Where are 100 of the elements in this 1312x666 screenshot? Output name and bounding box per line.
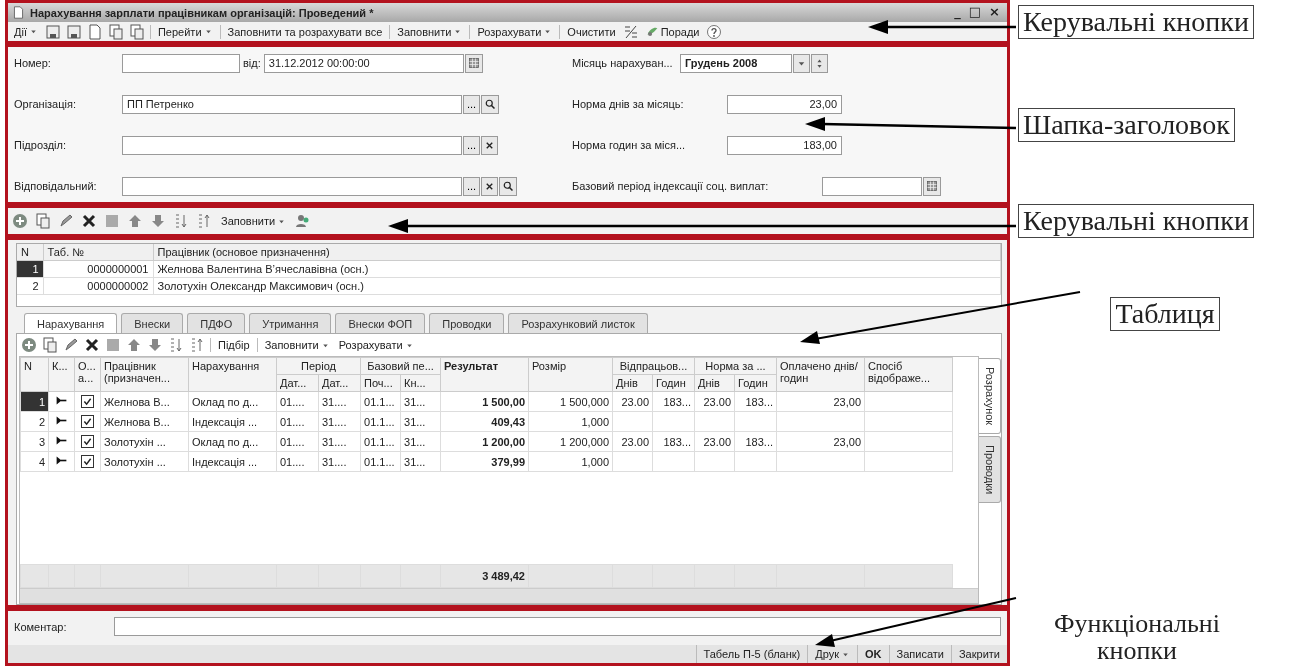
footer-button[interactable]: OK	[857, 645, 889, 663]
tab[interactable]: Нарахування	[24, 313, 118, 333]
toolbar-button[interactable]: Заповнити	[219, 215, 289, 227]
checkbox[interactable]	[81, 395, 94, 409]
toolbar-button[interactable]: Заповнити	[395, 25, 465, 38]
table-cell: 379,99	[440, 451, 529, 472]
table-cell: 23.00	[612, 431, 653, 452]
footer-button[interactable]: Табель П-5 (бланк)	[695, 645, 808, 663]
column-header: О... а...	[74, 357, 101, 392]
table-row[interactable]: 2 0000000002 Золотухін Олександр Максимович (осн.)	[17, 277, 1001, 295]
dropdown-button[interactable]	[793, 53, 810, 73]
tab[interactable]: Проводки	[429, 313, 505, 333]
checkbox[interactable]	[81, 415, 94, 429]
delete-icon[interactable]	[84, 337, 100, 353]
sort-icon[interactable]	[196, 213, 212, 229]
add-icon[interactable]	[12, 213, 28, 229]
window-control[interactable]: _	[951, 5, 964, 20]
search-button[interactable]	[499, 176, 517, 196]
side-tab[interactable]: Розрахунок	[979, 358, 1001, 435]
month-field[interactable]: Грудень 2008	[680, 53, 792, 73]
footer-button[interactable]: Записати	[888, 645, 951, 663]
tab[interactable]: Внески ФОП	[335, 313, 426, 333]
choose-button[interactable]: ...	[463, 176, 480, 196]
toolbar-button[interactable]: Очистити	[565, 25, 618, 38]
table-row[interactable]: 1 Желнова В... Оклад по д... 01.... 31.... 01.1... 31... 1 500,00 1 500,000 23.00 183... 23.00 183... 23,00	[20, 391, 953, 412]
checkbox[interactable]	[81, 455, 94, 469]
table-row[interactable]: 2 Желнова В... Індексація ... 01.... 31.... 01.1... 31... 409,43 1,000	[20, 411, 953, 432]
tab[interactable]: ПДФО	[187, 313, 246, 333]
field-label: Базовий період індексації соц. виплат:	[572, 180, 770, 192]
calendar-icon	[467, 57, 480, 69]
toolbar-button[interactable]: Підбір	[216, 339, 252, 351]
toolbar-button[interactable]: Розрахувати	[336, 339, 416, 351]
footer-button[interactable]: Закрити	[950, 645, 1007, 663]
choose-button[interactable]: ...	[463, 135, 480, 155]
toolbar-button[interactable]: Розрахувати	[475, 25, 555, 38]
table-cell: 23.00	[694, 391, 735, 412]
window-title: Нарахування зарплати працівникам організацій: Проведений *	[30, 6, 375, 19]
table-row[interactable]: 1 0000000001 Желнова Валентина В’ячеславівна (осн.)	[17, 260, 1001, 278]
copy-icon[interactable]	[35, 213, 51, 229]
tab[interactable]: Утримання	[249, 313, 332, 333]
pencil-icon[interactable]	[63, 337, 79, 353]
table-cell: 1 500,000	[528, 391, 613, 412]
add-icon[interactable]	[21, 337, 37, 353]
toolbar-menu[interactable]: Дії	[12, 25, 40, 38]
date-field[interactable]: 31.12.2012 00:00:00	[263, 53, 464, 73]
copy-icon[interactable]	[42, 337, 58, 353]
save-icon[interactable]	[44, 23, 61, 40]
up-arrow-icon[interactable]	[126, 337, 142, 353]
period-field[interactable]	[822, 176, 922, 196]
search-button[interactable]	[481, 94, 499, 114]
square-icon[interactable]	[105, 337, 121, 353]
scrollbar[interactable]	[20, 588, 978, 603]
down-arrow-icon[interactable]	[150, 213, 166, 229]
hints-button[interactable]: Поради	[643, 25, 702, 38]
side-tab[interactable]: Проводки	[979, 436, 1001, 504]
ledger-icon[interactable]	[622, 23, 639, 40]
calendar-button[interactable]	[464, 53, 483, 73]
table-cell: 01.1...	[360, 411, 401, 432]
table-row[interactable]: 4 Золотухін ... Індексація ... 01.... 31.... 01.1... 31... 379,99 1,000	[20, 451, 953, 472]
calendar-button[interactable]	[923, 176, 941, 196]
number-field[interactable]: 23,00	[727, 94, 842, 114]
window-control[interactable]: ×	[986, 5, 1003, 20]
spin-button[interactable]	[811, 53, 828, 73]
tab[interactable]: Внески	[121, 313, 184, 333]
clear-button[interactable]	[481, 135, 498, 155]
copy-icon[interactable]	[107, 23, 124, 40]
copy-icon[interactable]	[128, 23, 145, 40]
table-cell: 31...	[400, 391, 441, 412]
down-arrow-icon[interactable]	[147, 337, 163, 353]
sort-icon[interactable]	[173, 213, 189, 229]
column-header: Розмір	[528, 357, 613, 392]
save-icon[interactable]	[65, 23, 82, 40]
choose-button[interactable]: ...	[463, 94, 480, 114]
up-arrow-icon[interactable]	[127, 213, 143, 229]
help-icon[interactable]	[706, 23, 723, 40]
input-field[interactable]	[122, 176, 462, 196]
column-header: Працівник (призначен...	[100, 357, 189, 392]
field-label: Номер:	[14, 57, 52, 69]
table-cell: Желнова В...	[100, 411, 189, 432]
toolbar-button[interactable]: Перейти	[155, 25, 215, 38]
input-field[interactable]: ПП Петренко	[122, 94, 462, 114]
checkbox[interactable]	[81, 435, 94, 449]
comment-field[interactable]	[114, 617, 1001, 636]
number-field[interactable]: 183,00	[727, 135, 842, 155]
sort-icon[interactable]	[189, 337, 205, 353]
clear-button[interactable]	[481, 176, 498, 196]
table-cell: 23,00	[776, 391, 865, 412]
pencil-icon[interactable]	[58, 213, 74, 229]
sort-icon[interactable]	[168, 337, 184, 353]
delete-icon[interactable]	[81, 213, 97, 229]
tab[interactable]: Розрахунковий листок	[508, 313, 648, 333]
window-control[interactable]: □	[965, 5, 985, 20]
number-field[interactable]	[122, 53, 240, 73]
table-cell: Желнова Валентина В’ячеславівна (осн.)	[153, 260, 1001, 278]
table-row[interactable]: 3 Золотухін ... Оклад по д... 01.... 31.... 01.1... 31... 1 200,00 1 200,000 23.00 183... 23.00 183... 23,00	[20, 431, 953, 452]
toolbar-button[interactable]: Заповнити	[262, 339, 332, 351]
table-cell: 31....	[318, 411, 361, 432]
input-field[interactable]	[122, 135, 462, 155]
toolbar-button[interactable]: Заповнити та розрахувати все	[225, 25, 385, 38]
square-icon[interactable]	[104, 213, 120, 229]
